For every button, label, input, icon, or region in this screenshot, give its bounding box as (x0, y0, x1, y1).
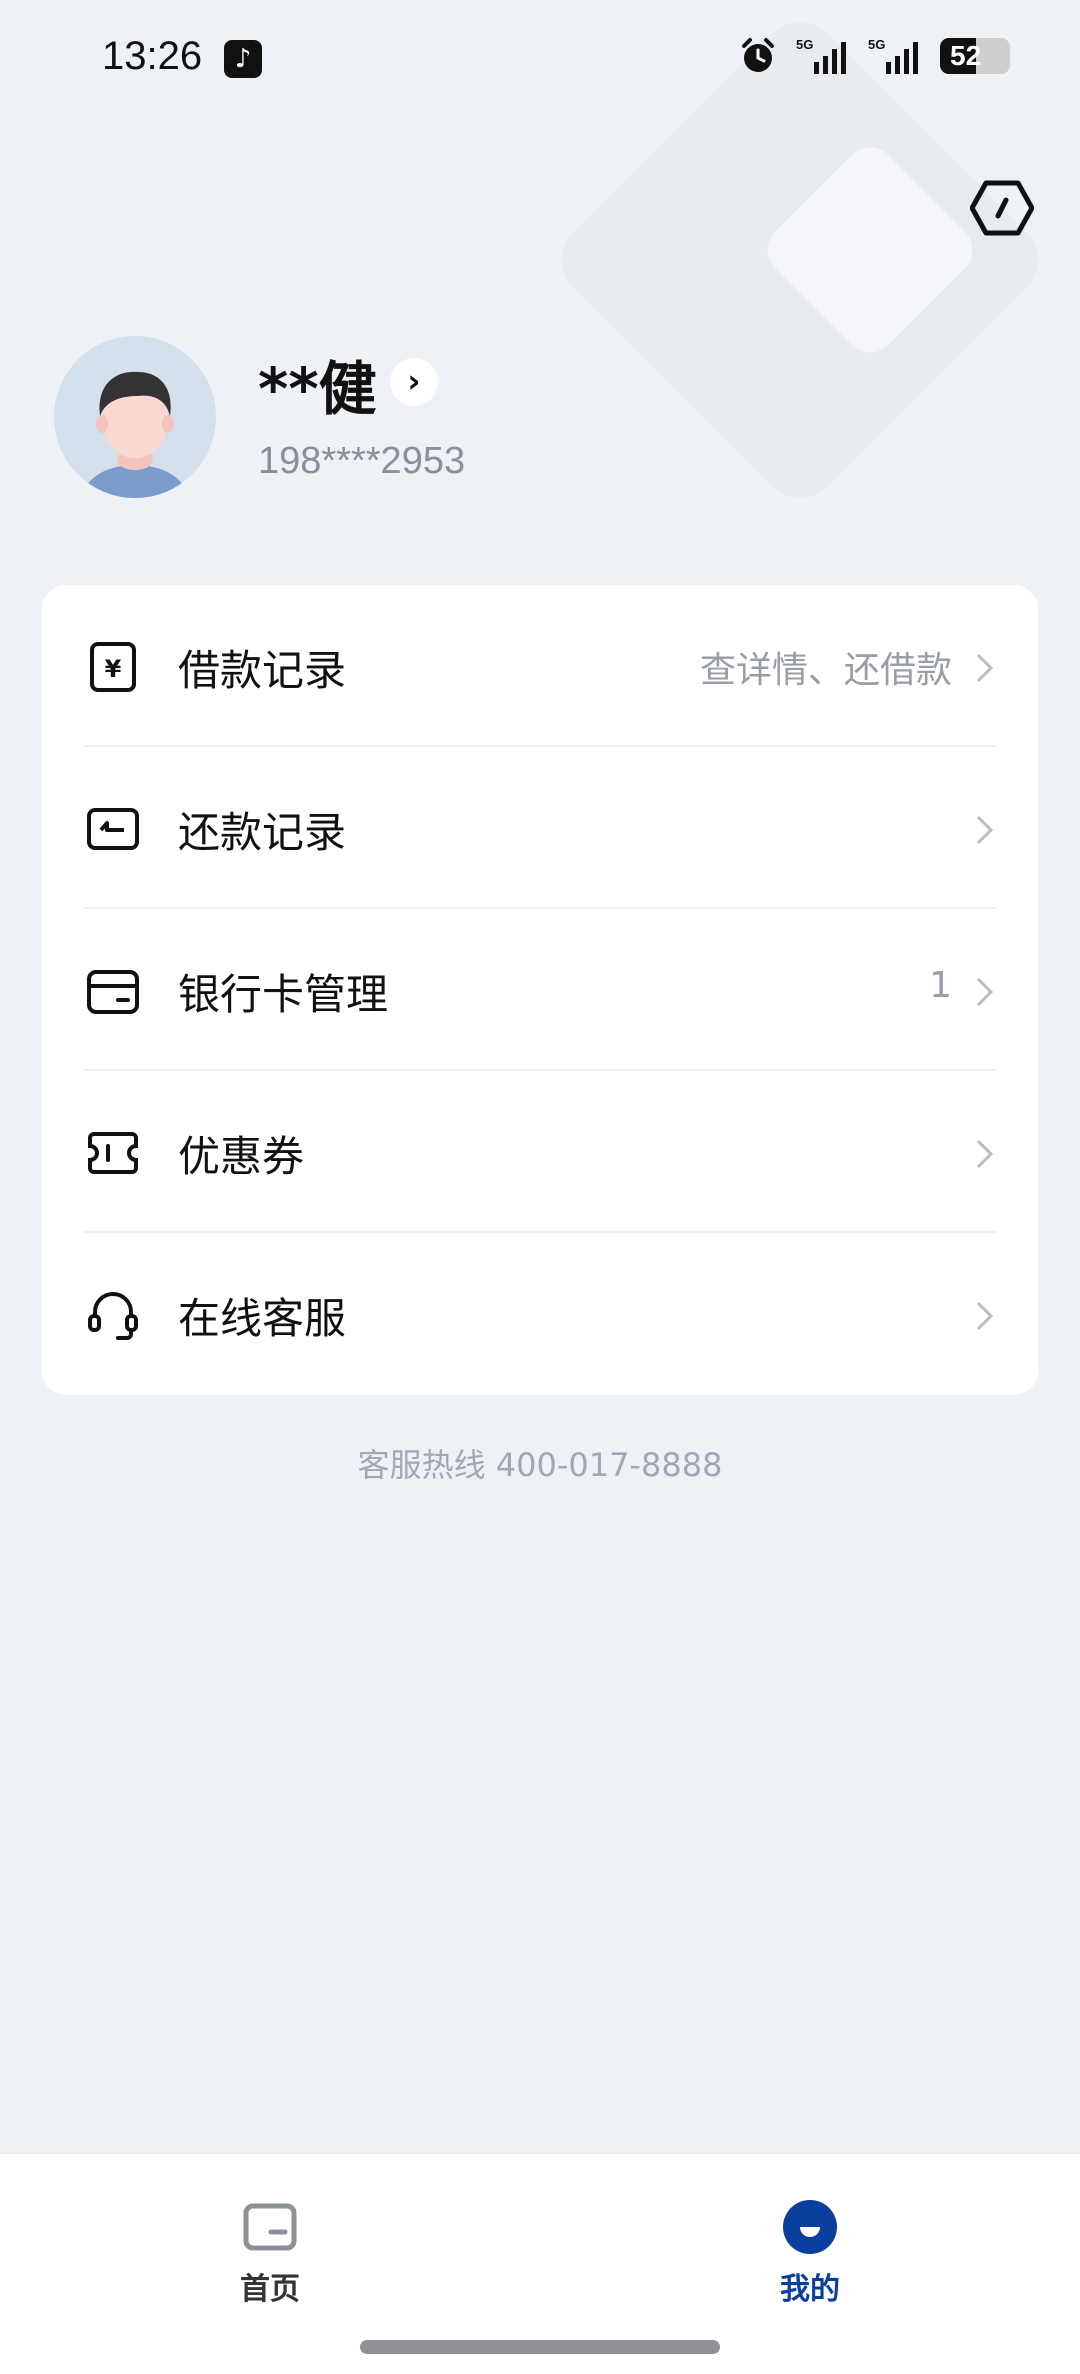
chevron-right-icon (976, 1301, 994, 1331)
menu-item-loan-records[interactable]: ¥ 借款记录 查详情、还借款 (42, 585, 1038, 747)
headset-icon (88, 1292, 138, 1340)
chevron-right-icon (976, 977, 994, 1007)
svg-text:¥: ¥ (105, 655, 122, 683)
status-time: 13:26 (102, 34, 203, 78)
settings-icon[interactable] (970, 180, 1034, 236)
status-bar: 13:26 ♪ 5G 5G 52 (0, 0, 1080, 120)
avatar[interactable] (54, 336, 216, 498)
chevron-right-icon (976, 653, 994, 683)
chevron-right-icon (976, 1139, 994, 1169)
menu-item-label: 还款记录 (178, 808, 347, 857)
signal-icon: 5G (868, 37, 918, 74)
home-indicator[interactable] (360, 2340, 720, 2354)
menu-card: ¥ 借款记录 查详情、还借款 还款记录 银行卡管理 1 优惠券 在线客服 (42, 585, 1038, 1395)
menu-item-coupons[interactable]: 优惠券 (42, 1071, 1038, 1233)
network-type-label: 5G (868, 37, 885, 52)
network-type-label: 5G (796, 37, 813, 52)
bank-card-count: 1 (929, 965, 952, 1006)
chevron-right-icon (976, 815, 994, 845)
menu-item-hint: 查详情、还借款 (699, 650, 952, 691)
home-wallet-icon (243, 2203, 297, 2251)
menu-item-label: 优惠券 (178, 1132, 305, 1181)
menu-item-bank-card-management[interactable]: 银行卡管理 1 (42, 909, 1038, 1071)
coupon-icon (88, 1132, 138, 1174)
tab-home-label: 首页 (240, 2272, 300, 2307)
menu-item-online-service[interactable]: 在线客服 (42, 1233, 1038, 1395)
battery-indicator: 52 (940, 38, 1010, 74)
user-name[interactable]: **健 (258, 342, 377, 426)
customer-service-hotline[interactable]: 客服热线 400-017-8888 (0, 1440, 1080, 1486)
menu-item-label: 在线客服 (178, 1294, 347, 1343)
status-icons: 5G 5G 52 (738, 36, 1010, 76)
loan-icon: ¥ (90, 642, 136, 692)
tab-mine[interactable]: 我的 (730, 2198, 890, 2308)
repayment-icon (87, 808, 139, 850)
tab-mine-label: 我的 (780, 2272, 840, 2307)
bank-card-icon (87, 970, 139, 1014)
menu-item-repayment-records[interactable]: 还款记录 (42, 747, 1038, 909)
signal-icon: 5G (796, 37, 846, 74)
tiktok-icon: ♪ (224, 40, 262, 78)
tab-home[interactable]: 首页 (190, 2198, 350, 2308)
alarm-icon (742, 38, 774, 72)
mine-smile-icon (783, 2200, 837, 2254)
menu-item-label: 借款记录 (178, 646, 347, 695)
menu-item-label: 银行卡管理 (178, 970, 389, 1019)
user-phone: 198****2953 (258, 440, 466, 482)
profile-arrow-icon[interactable]: › (390, 358, 438, 406)
avatar-image (82, 371, 188, 498)
battery-level: 52 (950, 40, 982, 71)
